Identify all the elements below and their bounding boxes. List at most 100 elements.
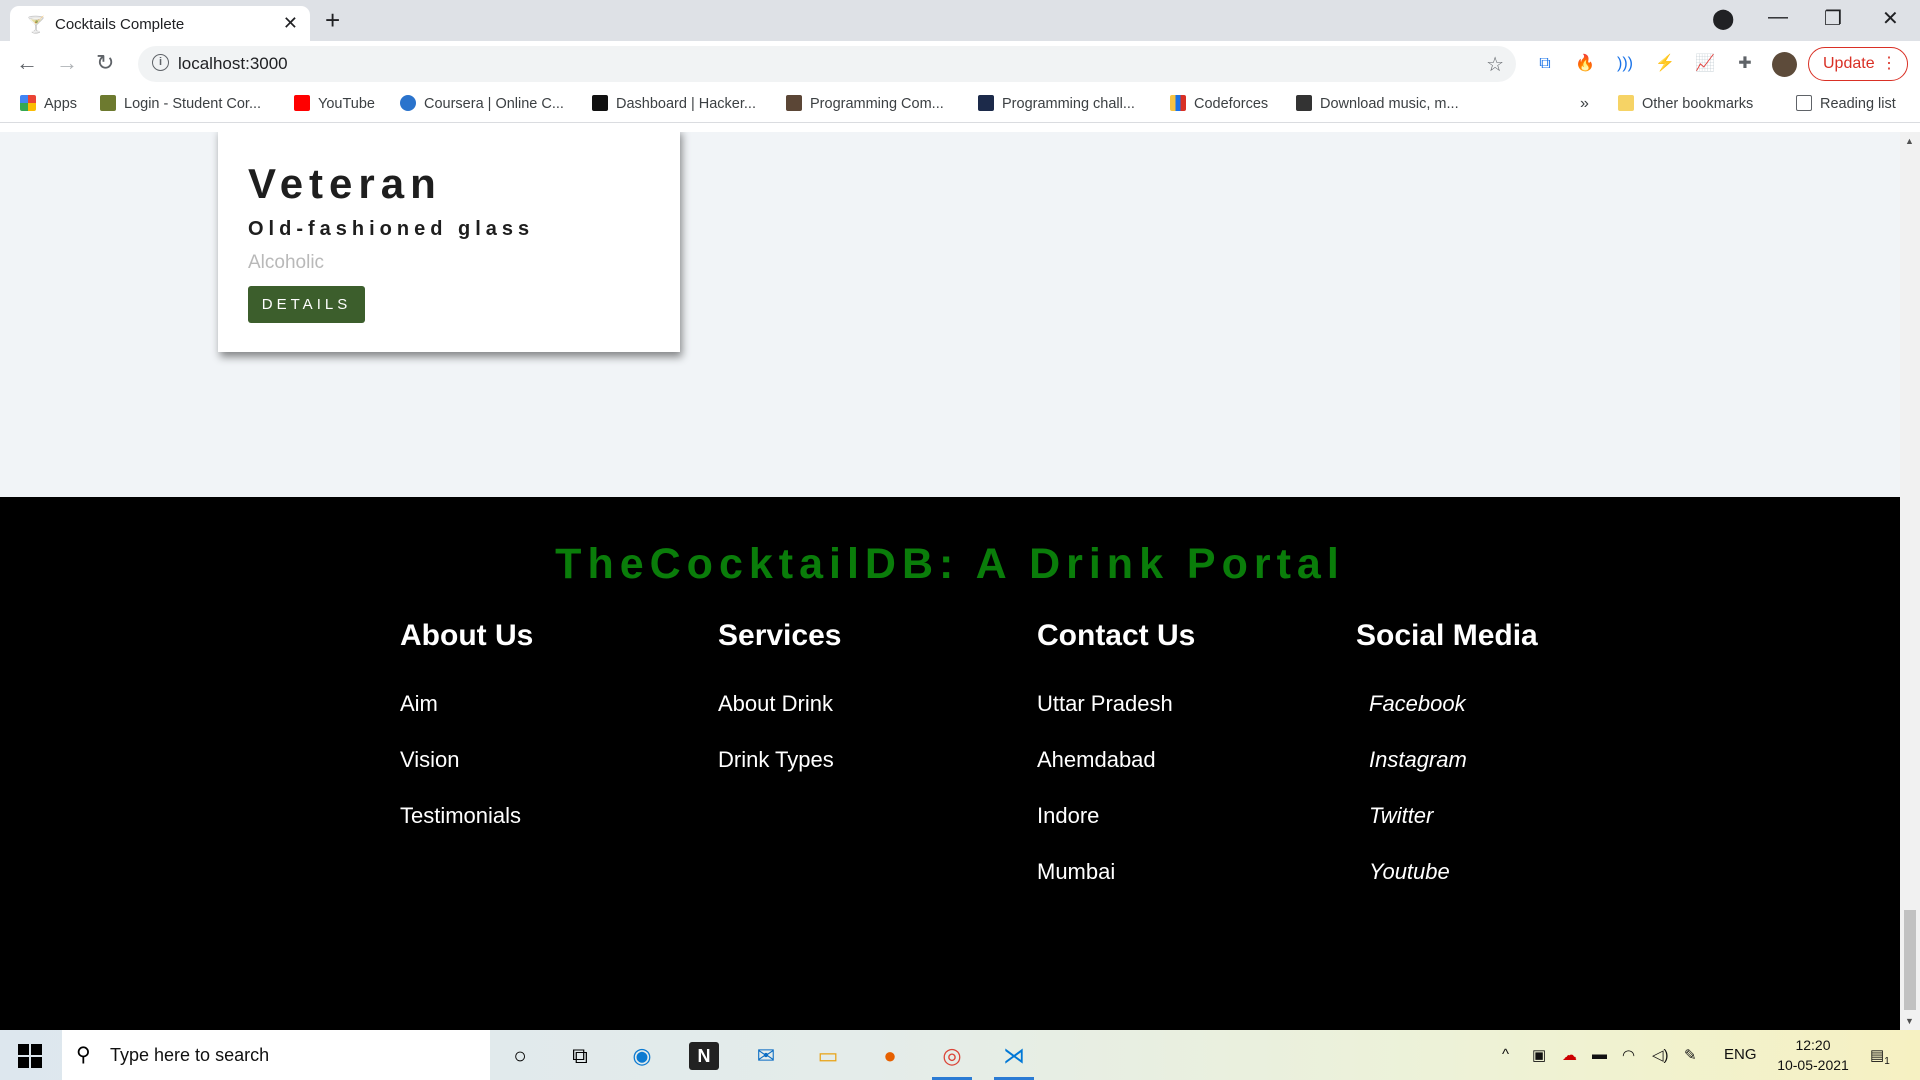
scroll-thumb[interactable] (1904, 910, 1916, 1010)
footer-link-ahemdabad[interactable]: Ahemdabad (1037, 747, 1337, 803)
file-explorer-icon[interactable]: ▭ (813, 1042, 843, 1070)
site-info-icon[interactable]: i (152, 54, 169, 71)
apps-grid-icon (20, 95, 36, 111)
footer-title: TheCocktailDB: A Drink Portal (555, 540, 1345, 588)
bookmarks-overflow-icon[interactable]: » (1580, 95, 1589, 113)
taskbar-search-box[interactable]: ⚲ Type here to search (62, 1030, 490, 1080)
update-button[interactable]: Update ⋮ (1808, 47, 1908, 81)
close-window-icon[interactable]: ✕ (1882, 6, 1899, 31)
bookmark-coursera[interactable]: Coursera | Online C... (400, 95, 564, 112)
extensions-puzzle-icon[interactable]: ✚ (1734, 53, 1756, 75)
notifications-icon[interactable]: ▤1 (1870, 1046, 1890, 1067)
footer-link-aim[interactable]: Aim (400, 691, 700, 747)
tab-strip: 🍸 Cocktails Complete ✕ + ⬤ — ❐ ✕ (0, 0, 1920, 41)
lightning-extension-icon[interactable]: ⚡ (1654, 53, 1676, 75)
frog-icon (100, 95, 116, 111)
fire-extension-icon[interactable]: 🔥 (1574, 53, 1596, 75)
other-bookmarks[interactable]: Other bookmarks (1618, 95, 1753, 112)
bookmark-label: Apps (44, 96, 78, 112)
bookmark-download-music[interactable]: Download music, m... (1296, 95, 1459, 112)
footer-column-services: Services About Drink Drink Types (718, 619, 1018, 803)
car-icon (1296, 95, 1312, 111)
chrome-icon[interactable]: ◎ (937, 1042, 967, 1070)
mail-icon[interactable]: ✉ (751, 1042, 781, 1070)
browser-tab[interactable]: 🍸 Cocktails Complete ✕ (10, 6, 310, 41)
footer-heading: About Us (400, 619, 534, 652)
task-view-icon[interactable]: ⧉ (565, 1042, 595, 1070)
footer-heading: Services (718, 619, 842, 652)
reading-list-label: Reading list (1820, 96, 1896, 112)
language-indicator[interactable]: ENG (1724, 1046, 1757, 1063)
footer-link-instagram[interactable]: Instagram (1356, 747, 1656, 803)
browser-toolbar: ← → ↻ i localhost:3000 ☆ ⧉ 🔥 ))) ⚡ 📈 ✚ U… (0, 41, 1920, 87)
footer-link-indore[interactable]: Indore (1037, 803, 1337, 859)
address-bar[interactable]: i localhost:3000 ☆ (138, 46, 1516, 82)
cocktail-card: Veteran Old-fashioned glass Alcoholic DE… (218, 132, 680, 352)
cocktail-alcohol-info: Alcoholic (248, 252, 325, 273)
reading-list[interactable]: Reading list (1796, 95, 1896, 112)
back-icon[interactable]: ← (16, 50, 38, 76)
footer-link-twitter[interactable]: Twitter (1356, 803, 1656, 859)
footer-heading: Social Media (1356, 619, 1538, 652)
footer-link-facebook[interactable]: Facebook (1356, 691, 1656, 747)
bookmark-student-login[interactable]: Login - Student Cor... (100, 95, 261, 112)
scroll-down-icon[interactable]: ▼ (1905, 1016, 1914, 1026)
bookmark-label: Download music, m... (1320, 96, 1459, 112)
reload-icon[interactable]: ↻ (96, 50, 114, 76)
folder-icon (1618, 95, 1634, 111)
page-scrollbar[interactable]: ▲ ▼ (1900, 132, 1920, 1030)
tab-search-icon[interactable]: ⬤ (1712, 6, 1734, 31)
bookmark-codechef[interactable]: Programming Com... (786, 95, 944, 112)
onedrive-error-icon[interactable]: ☁ (1562, 1046, 1577, 1064)
bookmark-label: Programming Com... (810, 96, 944, 112)
hackerrank-icon (592, 95, 608, 111)
bookmark-hackerrank[interactable]: Dashboard | Hacker... (592, 95, 756, 112)
battery-icon[interactable]: ▬ (1592, 1046, 1607, 1063)
page-content: Veteran Old-fashioned glass Alcoholic DE… (0, 132, 1900, 1030)
bookmark-codeforces[interactable]: Codeforces (1170, 95, 1268, 112)
restore-icon[interactable]: ❐ (1824, 6, 1842, 31)
wifi-icon[interactable]: ◠ (1622, 1046, 1635, 1064)
pen-icon[interactable]: ✎ (1684, 1046, 1697, 1064)
codechef-icon (786, 95, 802, 111)
translate-extension-icon[interactable]: ⧉ (1534, 53, 1556, 75)
clock-date: 10-05-2021 (1777, 1057, 1849, 1073)
windows-start-icon[interactable] (18, 1044, 42, 1068)
cortana-icon[interactable]: ○ (505, 1042, 535, 1070)
url-text: localhost:3000 (178, 54, 288, 73)
bookmark-hackerearth[interactable]: Programming chall... (978, 95, 1135, 112)
close-tab-icon[interactable]: ✕ (283, 13, 298, 34)
other-bookmarks-label: Other bookmarks (1642, 96, 1754, 112)
footer-link-about-drink[interactable]: About Drink (718, 691, 1018, 747)
forward-icon[interactable]: → (56, 50, 78, 76)
scroll-up-icon[interactable]: ▲ (1905, 136, 1914, 146)
footer-link-testimonials[interactable]: Testimonials (400, 803, 700, 859)
notion-icon[interactable]: N (689, 1042, 719, 1070)
vscode-icon[interactable]: ⋊ (999, 1042, 1029, 1070)
bookmark-star-icon[interactable]: ☆ (1486, 52, 1504, 77)
firefox-icon[interactable]: ● (875, 1042, 905, 1070)
footer-link-drink-types[interactable]: Drink Types (718, 747, 1018, 803)
bookmark-youtube[interactable]: YouTube (294, 95, 375, 112)
footer-heading: Contact Us (1037, 619, 1196, 652)
new-tab-button[interactable]: + (325, 5, 340, 36)
footer-link-vision[interactable]: Vision (400, 747, 700, 803)
footer-link-mumbai[interactable]: Mumbai (1037, 859, 1337, 915)
footer-column-contact: Contact Us Uttar Pradesh Ahemdabad Indor… (1037, 619, 1337, 915)
footer-link-youtube[interactable]: Youtube (1356, 859, 1656, 915)
minimize-icon[interactable]: — (1768, 6, 1788, 29)
stats-extension-icon[interactable]: 📈 (1694, 53, 1716, 75)
details-button[interactable]: DETAILS (248, 286, 365, 323)
profile-avatar[interactable] (1772, 52, 1797, 77)
sound-extension-icon[interactable]: ))) (1614, 53, 1636, 75)
edge-icon[interactable]: ◉ (627, 1042, 657, 1070)
show-hidden-icons-icon[interactable]: ^ (1502, 1046, 1509, 1063)
reading-list-icon (1796, 95, 1812, 111)
volume-icon[interactable]: ◁) (1652, 1046, 1669, 1064)
footer-link-uttar-pradesh[interactable]: Uttar Pradesh (1037, 691, 1337, 747)
taskbar-clock[interactable]: 12:20 10-05-2021 (1768, 1035, 1858, 1075)
bookmark-apps[interactable]: Apps (20, 95, 77, 112)
meet-now-icon[interactable]: ▣ (1532, 1046, 1546, 1064)
bookmarks-bar: Apps Login - Student Cor... YouTube Cour… (0, 87, 1920, 123)
menu-kebab-icon[interactable]: ⋮ (1881, 48, 1897, 79)
